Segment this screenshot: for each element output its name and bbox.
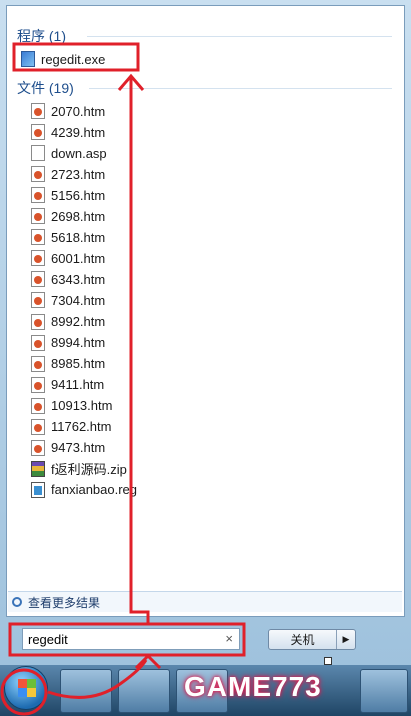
arrow-start-to-search: [47, 659, 148, 699]
arrow-search-to-program: [129, 78, 150, 624]
arrow-head-search: [134, 653, 162, 670]
highlight-box-search: [8, 622, 246, 657]
annotation-overlay: [0, 42, 246, 716]
highlight-box-program: [12, 42, 140, 72]
highlight-circle-start: [0, 668, 48, 716]
